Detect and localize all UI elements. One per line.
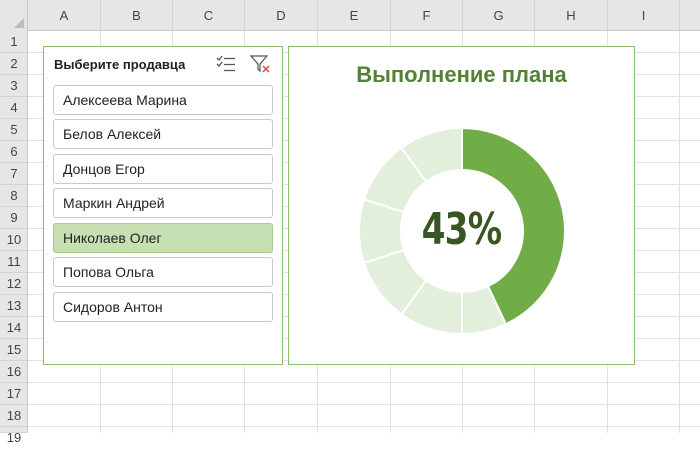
column-header-i[interactable]: I — [608, 0, 680, 31]
column-header-h[interactable]: H — [535, 0, 608, 31]
multi-select-icon[interactable] — [215, 54, 237, 74]
column-header-g[interactable]: G — [463, 0, 535, 31]
slicer-item-markin[interactable]: Маркин Андрей — [53, 188, 273, 218]
row-header-12[interactable]: 12 — [0, 273, 28, 295]
slicer-item-alekseeva[interactable]: Алексеева Марина — [53, 85, 273, 115]
clear-filter-icon[interactable] — [249, 54, 271, 74]
row-header-18[interactable]: 18 — [0, 405, 28, 427]
plan-completion-chart[interactable]: Выполнение плана 43% — [288, 46, 635, 365]
slicer-item-belov[interactable]: Белов Алексей — [53, 119, 273, 149]
center-percent-label: 43% — [421, 204, 503, 255]
column-header-e[interactable]: E — [318, 0, 391, 31]
row-header-bar: 1 2 3 4 5 6 7 8 9 10 11 12 13 14 15 16 1… — [0, 31, 28, 445]
column-header-bar: A B C D E F G H I — [0, 0, 700, 31]
row-header-9[interactable]: 9 — [0, 207, 28, 229]
slicer-item-nikolaev[interactable]: Николаев Олег — [53, 223, 273, 253]
row-header-4[interactable]: 4 — [0, 97, 28, 119]
row-header-2[interactable]: 2 — [0, 53, 28, 75]
row-header-16[interactable]: 16 — [0, 361, 28, 383]
row-header-13[interactable]: 13 — [0, 295, 28, 317]
column-header-f[interactable]: F — [391, 0, 463, 31]
row-header-1[interactable]: 1 — [0, 31, 28, 53]
row-header-11[interactable]: 11 — [0, 251, 28, 273]
row-header-14[interactable]: 14 — [0, 317, 28, 339]
slicer-item-popova[interactable]: Попова Ольга — [53, 257, 273, 287]
slicer-item-dontsov[interactable]: Донцов Егор — [53, 154, 273, 184]
row-header-15[interactable]: 15 — [0, 339, 28, 361]
column-header-d[interactable]: D — [245, 0, 318, 31]
column-header-b[interactable]: B — [101, 0, 173, 31]
slicer-title: Выберите продавца — [54, 57, 186, 72]
row-header-8[interactable]: 8 — [0, 185, 28, 207]
column-header-c[interactable]: C — [173, 0, 245, 31]
slicer-item-sidorov[interactable]: Сидоров Антон — [53, 292, 273, 322]
row-header-3[interactable]: 3 — [0, 75, 28, 97]
seller-slicer[interactable]: Выберите продавца Алексеева Марина Белов… — [43, 46, 283, 365]
select-all-corner[interactable] — [0, 0, 28, 31]
row-header-5[interactable]: 5 — [0, 119, 28, 141]
row-header-10[interactable]: 10 — [0, 229, 28, 251]
row-header-7[interactable]: 7 — [0, 163, 28, 185]
row-header-6[interactable]: 6 — [0, 141, 28, 163]
column-header-a[interactable]: A — [28, 0, 101, 31]
row-header-17[interactable]: 17 — [0, 383, 28, 405]
row-header-19[interactable]: 19 — [0, 427, 28, 445]
